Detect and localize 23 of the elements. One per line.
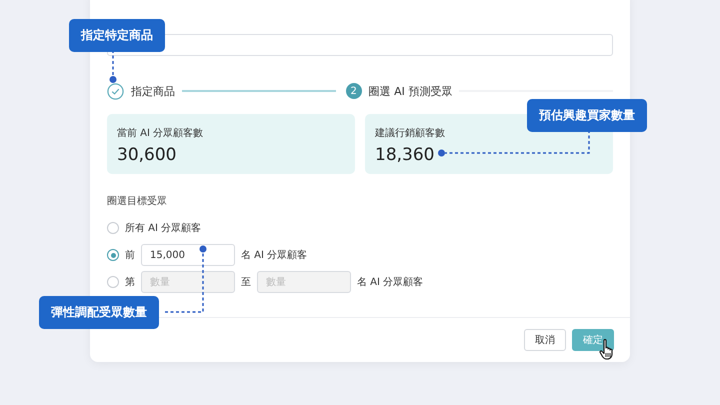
stat-label: 建議行銷顧客數: [375, 126, 446, 140]
callout-tooltip: 預估興趣買家數量: [527, 99, 647, 132]
leader-line: [110, 50, 116, 83]
stat-label: 當前 AI 分眾顧客數: [117, 126, 204, 140]
callout-tooltip: 彈性調配受眾數量: [39, 296, 159, 329]
option-label: 前: [125, 249, 135, 262]
option-label: 所有 AI 分眾顧客: [125, 222, 202, 235]
stat-value: 18,360: [375, 145, 436, 165]
stat-value: 30,600: [117, 145, 178, 165]
callout-tooltip: 指定特定商品: [69, 19, 165, 52]
option-label: 名 AI 分眾顧客: [357, 276, 424, 289]
step-number: 2: [346, 83, 362, 99]
cancel-button[interactable]: 取消: [524, 329, 566, 351]
radio-button[interactable]: [107, 276, 119, 288]
radio-button[interactable]: [107, 222, 119, 234]
number-field[interactable]: 15,000: [141, 244, 235, 266]
step-label: 圈選 AI 預測受眾: [368, 84, 452, 98]
option-label: 至: [241, 276, 251, 289]
step-label: 指定商品: [131, 84, 175, 98]
option-label: 第: [125, 276, 135, 289]
option-label: 名 AI 分眾顧客: [241, 248, 308, 262]
radio-button[interactable]: [107, 249, 119, 261]
section-title: 圈選目標受眾: [107, 194, 168, 208]
